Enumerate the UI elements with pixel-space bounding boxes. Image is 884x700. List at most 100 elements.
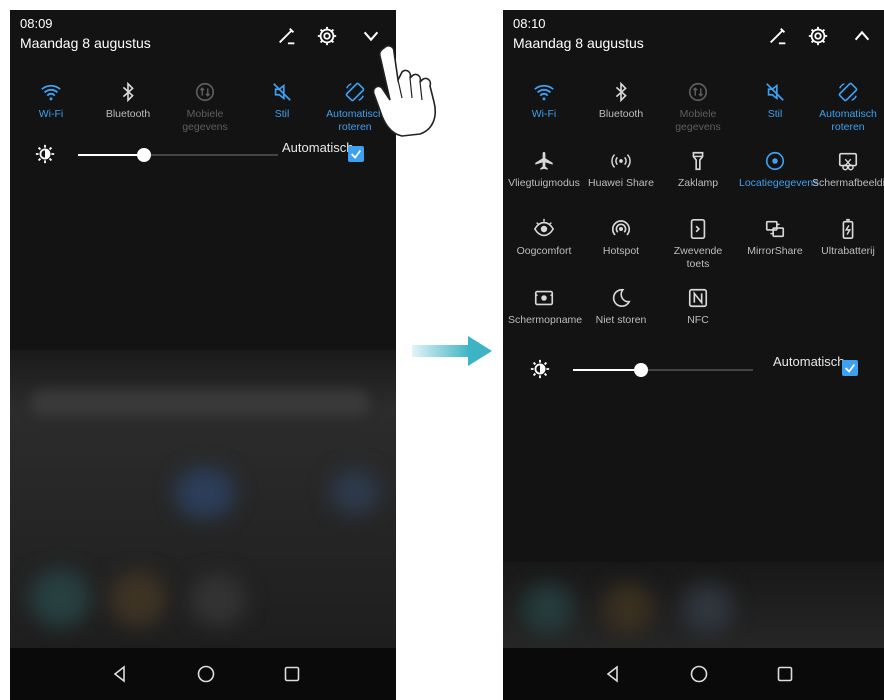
toggle-share[interactable]: Huawei Share [585,147,657,190]
navigation-bar [503,648,884,700]
toggle-label: Ultrabatterij [821,245,875,257]
blurred-background [503,562,884,648]
toggle-airplane[interactable]: Vliegtuigmodus [508,147,580,190]
blurred-background [10,350,396,648]
floating-button-icon [683,215,713,243]
toggle-label: Vliegtuigmodus [508,177,580,189]
slider-thumb[interactable] [137,148,151,162]
rotate-icon [833,78,863,106]
status-time: 08:10 [513,16,546,31]
navigation-bar [10,648,396,700]
settings-icon[interactable] [805,23,831,49]
airplane-icon [529,147,559,175]
screen-record-icon [529,284,559,312]
chevron-up-icon[interactable] [849,23,875,49]
status-date: Maandag 8 augustus [513,35,644,51]
toggle-label: Bluetooth [105,108,151,120]
location-icon [760,147,790,175]
auto-brightness-label: Automatisch [773,354,845,369]
flashlight-icon [683,147,713,175]
brightness-slider[interactable] [573,363,753,377]
toggle-label: Schermopname [508,314,583,326]
mobile-data-icon [683,78,713,106]
toggle-label: Zwevende toets [673,245,723,270]
home-icon[interactable] [194,662,218,686]
eye-icon [529,215,559,243]
bluetooth-icon [606,78,636,106]
toggle-eye[interactable]: Oogcomfort [508,215,580,258]
toggle-floating-button[interactable]: Zwevende toets [662,215,734,271]
back-icon[interactable] [601,662,625,686]
toggle-mobile-data[interactable]: Mobiele gegevens [169,78,241,134]
toggle-screen-record[interactable]: Schermopname [508,284,583,327]
nfc-icon [683,284,713,312]
toggle-label: Stil [274,108,290,120]
toggle-location[interactable]: Locatiegegevens [739,147,819,190]
wifi-icon [529,78,559,106]
brightness-icon [529,358,551,380]
toggle-wifi[interactable]: Wi-Fi [15,78,87,121]
battery-icon [833,215,863,243]
settings-icon[interactable] [314,23,340,49]
toggle-mirror[interactable]: MirrorShare [739,215,811,258]
silent-icon [267,78,297,106]
mobile-data-icon [190,78,220,106]
toggle-label: Zaklamp [677,177,719,189]
wifi-icon [36,78,66,106]
toggle-label: Mobiele gegevens [182,108,228,133]
auto-brightness-checkbox[interactable] [348,146,364,162]
toggle-flashlight[interactable]: Zaklamp [662,147,734,190]
toggle-label: Bluetooth [598,108,644,120]
auto-brightness-label: Automatisch [282,140,354,155]
panel-header: 08:09 Maandag 8 augustus [10,10,396,68]
toggle-moon[interactable]: Niet storen [585,284,657,327]
recents-icon[interactable] [280,662,304,686]
toggle-nfc[interactable]: NFC [662,284,734,327]
toggle-label: Stil [767,108,783,120]
toggle-battery[interactable]: Ultrabatterij [812,215,884,258]
bluetooth-icon [113,78,143,106]
toggle-mobile-data[interactable]: Mobiele gegevens [662,78,734,134]
auto-brightness-checkbox[interactable] [842,360,858,376]
toggle-label: Wi-Fi [38,108,64,120]
status-date: Maandag 8 augustus [20,35,151,51]
toggle-label: Niet storen [595,314,647,326]
home-icon[interactable] [687,662,711,686]
back-icon[interactable] [108,662,132,686]
toggle-label: Schermafbeelding [812,177,884,189]
share-icon [606,147,636,175]
toggle-hotspot[interactable]: Hotspot [585,215,657,258]
brightness-slider[interactable] [78,148,278,162]
hotspot-icon [606,215,636,243]
edit-icon[interactable] [765,23,791,49]
toggle-label: Automatisch roteren [819,108,877,133]
mirror-icon [760,215,790,243]
toggle-silent[interactable]: Stil [246,78,318,121]
hand-gesture-icon [372,45,436,137]
moon-icon [606,284,636,312]
toggle-label: MirrorShare [747,245,803,257]
transition-arrow-icon [412,336,492,366]
toggle-silent[interactable]: Stil [739,78,811,121]
toggle-bluetooth[interactable]: Bluetooth [92,78,164,121]
brightness-icon [34,143,56,165]
toggle-label: Hotspot [602,245,640,257]
toggle-label: NFC [687,314,709,326]
toggle-label: Locatiegegevens [739,177,819,189]
edit-icon[interactable] [274,23,300,49]
screenshot-icon [833,147,863,175]
status-time: 08:09 [20,16,53,31]
slider-thumb[interactable] [634,363,649,377]
notification-panel-collapsed: 08:09 Maandag 8 augustus Wi-Fi Bluetooth M… [10,10,396,700]
panel-header: 08:10 Maandag 8 augustus [503,10,884,68]
silent-icon [760,78,790,106]
toggle-label: Oogcomfort [516,245,572,257]
toggle-label: Wi-Fi [531,108,557,120]
toggle-label: Mobiele gegevens [675,108,721,133]
toggle-rotate[interactable]: Automatisch roteren [812,78,884,134]
recents-icon[interactable] [773,662,797,686]
toggle-label: Huawei Share [588,177,654,189]
toggle-screenshot[interactable]: Schermafbeelding [812,147,884,190]
toggle-wifi[interactable]: Wi-Fi [508,78,580,121]
toggle-bluetooth[interactable]: Bluetooth [585,78,657,121]
